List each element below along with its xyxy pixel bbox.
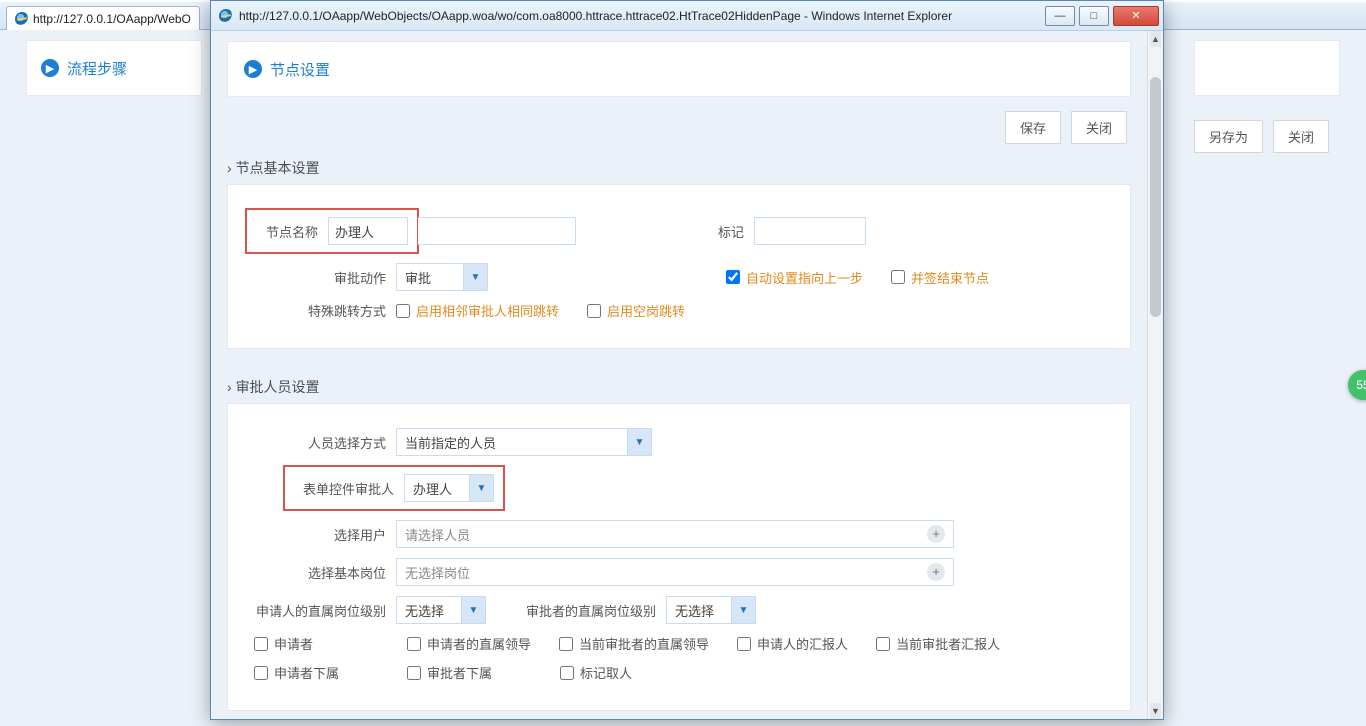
select-post-picker[interactable]: 无选择岗位 + (396, 558, 954, 586)
scroll-down-icon[interactable]: ▼ (1150, 703, 1161, 719)
chevron-down-icon[interactable]: ▼ (469, 475, 493, 501)
bg-left-header: ▶ 流程步骤 (26, 40, 202, 96)
bg-close-page-button[interactable]: 关闭 (1273, 120, 1329, 153)
dialog-window: http://127.0.0.1/OAapp/WebObjects/OAapp.… (210, 0, 1164, 720)
panel-node-basic: 节点名称 标记 审批动作 审批 ▼ 自动 (227, 184, 1131, 349)
chk-auto-prev-box[interactable] (726, 270, 740, 284)
scroll-thumb[interactable] (1150, 77, 1161, 317)
select-mode-text: 当前指定的人员 (397, 429, 627, 455)
node-name-input[interactable] (328, 217, 408, 245)
mark-input[interactable] (754, 217, 866, 245)
chk-end-node[interactable]: 并签结束节点 (891, 268, 989, 287)
jump-label: 特殊跳转方式 (246, 301, 396, 320)
chk-end-node-box[interactable] (891, 270, 905, 284)
chevron-down-icon[interactable]: ▼ (627, 429, 651, 455)
apply-level-text: 无选择 (397, 597, 461, 623)
bg-right-header (1194, 40, 1340, 96)
form-ctrl-label: 表单控件审批人 (294, 479, 404, 498)
section-approver-title: 审批人员设置 (211, 367, 1147, 403)
chk-approver-sub[interactable]: 审批者下属 (407, 663, 492, 682)
panel-approver: 人员选择方式 当前指定的人员 ▼ 表单控件审批人 办理人 ▼ (227, 403, 1131, 711)
action-combo-text: 审批 (397, 264, 463, 290)
node-name-input-ext[interactable] (418, 217, 576, 245)
chk-vacant-jump[interactable]: 启用空岗跳转 (587, 301, 685, 320)
form-ctrl-text: 办理人 (405, 475, 469, 501)
chk-current-approver-reporter[interactable]: 当前审批者汇报人 (876, 634, 1000, 653)
approver-checks-row2: 申请者下属 审批者下属 标记取人 (246, 663, 1112, 682)
arrow-right-icon: ▶ (244, 60, 262, 78)
bg-tab-text: http://127.0.0.1/OAapp/WebO (33, 12, 191, 26)
approver-level-label: 审批者的直属岗位级别 (486, 601, 666, 620)
highlight-node-name: 节点名称 (246, 209, 418, 253)
chevron-down-icon[interactable]: ▼ (463, 264, 487, 290)
chk-auto-prev[interactable]: 自动设置指向上一步 (726, 268, 863, 287)
highlight-form-ctrl: 表单控件审批人 办理人 ▼ (284, 466, 504, 510)
bg-left-header-text: 流程步骤 (67, 58, 127, 79)
maximize-button[interactable]: □ (1079, 6, 1109, 26)
chk-mark-pick[interactable]: 标记取人 (560, 663, 632, 682)
node-header-text: 节点设置 (270, 59, 330, 80)
dialog-titlebar[interactable]: http://127.0.0.1/OAapp/WebObjects/OAapp.… (211, 1, 1163, 31)
select-user-label: 选择用户 (246, 525, 396, 544)
chevron-down-icon[interactable]: ▼ (461, 597, 485, 623)
form-ctrl-combo[interactable]: 办理人 ▼ (404, 474, 494, 502)
section-node-basic-title: 节点基本设置 (211, 148, 1147, 184)
arrow-right-icon: ▶ (41, 59, 59, 77)
save-button[interactable]: 保存 (1005, 111, 1061, 144)
apply-level-combo[interactable]: 无选择 ▼ (396, 596, 486, 624)
chk-applicant[interactable]: 申请者 (254, 634, 313, 653)
node-header: ▶ 节点设置 (227, 41, 1131, 97)
select-user-picker[interactable]: 请选择人员 + (396, 520, 954, 548)
select-mode-label: 人员选择方式 (246, 433, 396, 452)
chk-applicant-reporter[interactable]: 申请人的汇报人 (737, 634, 848, 653)
ie-icon (219, 9, 233, 23)
vertical-scrollbar[interactable]: ▲ ▼ (1147, 31, 1163, 719)
toolbar: 保存 关闭 (211, 107, 1147, 148)
chevron-down-icon[interactable]: ▼ (731, 597, 755, 623)
select-post-text: 无选择岗位 (405, 563, 470, 582)
select-post-label: 选择基本岗位 (246, 563, 396, 582)
chk-current-approver-leader[interactable]: 当前审批者的直属领导 (559, 634, 709, 653)
approver-checks-row1: 申请者 申请者的直属领导 当前审批者的直属领导 申请人的汇报人 当前审批者汇报人 (246, 634, 1112, 653)
ie-icon (15, 12, 29, 26)
close-button[interactable]: ✕ (1113, 6, 1159, 26)
close-dialog-button[interactable]: 关闭 (1071, 111, 1127, 144)
chk-applicant-leader[interactable]: 申请者的直属领导 (407, 634, 531, 653)
bg-tab[interactable]: http://127.0.0.1/OAapp/WebO (6, 6, 200, 30)
action-label: 审批动作 (246, 268, 396, 287)
dialog-title: http://127.0.0.1/OAapp/WebObjects/OAapp.… (239, 9, 1045, 23)
bg-right-bar: 另存为 关闭 (1194, 40, 1340, 153)
mark-label: 标记 (576, 222, 754, 241)
saveas-button[interactable]: 另存为 (1194, 120, 1263, 153)
node-name-label: 节点名称 (256, 222, 328, 241)
plus-icon[interactable]: + (927, 525, 945, 543)
approver-level-text: 无选择 (667, 597, 731, 623)
chk-applicant-sub[interactable]: 申请者下属 (254, 663, 339, 682)
select-mode-combo[interactable]: 当前指定的人员 ▼ (396, 428, 652, 456)
chk-same-approver-jump[interactable]: 启用相邻审批人相同跳转 (396, 301, 559, 320)
select-user-text: 请选择人员 (405, 525, 470, 544)
apply-level-label: 申请人的直属岗位级别 (246, 601, 396, 620)
scroll-up-icon[interactable]: ▲ (1150, 31, 1161, 47)
plus-icon[interactable]: + (927, 563, 945, 581)
action-combo[interactable]: 审批 ▼ (396, 263, 488, 291)
chk-vacant-jump-box[interactable] (587, 304, 601, 318)
chk-same-approver-jump-box[interactable] (396, 304, 410, 318)
minimize-button[interactable]: — (1045, 6, 1075, 26)
approver-level-combo[interactable]: 无选择 ▼ (666, 596, 756, 624)
dialog-body: ▲ ▼ ▶ 节点设置 保存 关闭 节点基本设置 节点名称 (211, 31, 1163, 719)
